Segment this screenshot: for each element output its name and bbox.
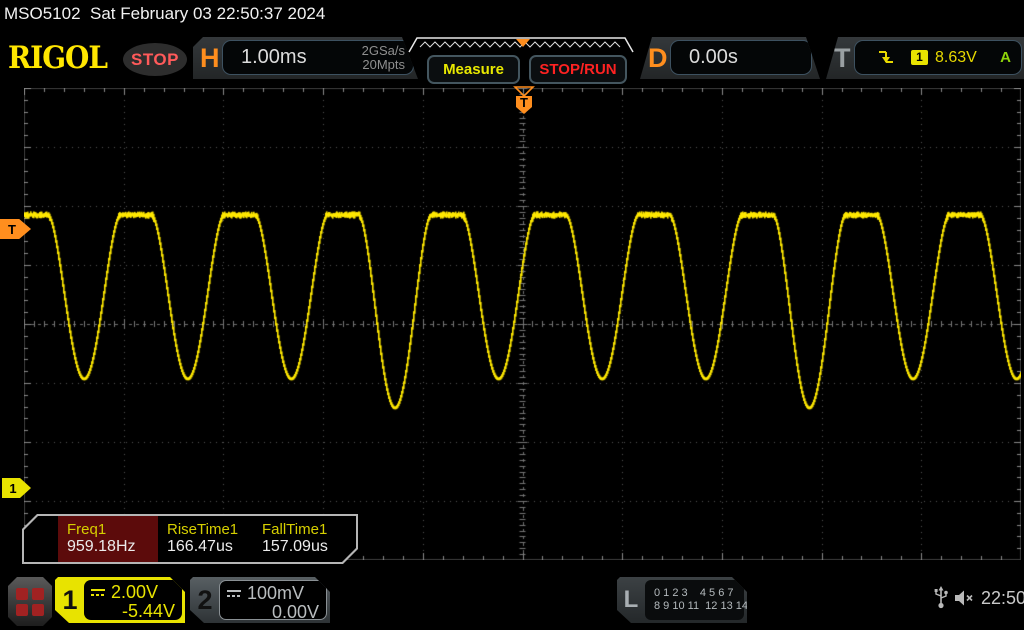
usb-icon	[933, 586, 949, 610]
trigger-position-letter: T	[520, 95, 528, 110]
timebase-value: 1.00ms	[223, 46, 307, 69]
stop-run-button[interactable]: STOP/RUN	[529, 55, 627, 84]
measurement-panel[interactable]: Freq1 959.18Hz RiseTime1 166.47us FallTi…	[22, 514, 358, 564]
channel1-waveform	[24, 88, 1021, 560]
logic-channels-button[interactable]: L 0 1 2 3 4 5 6 78 9 10 11 12 13 14 15	[617, 577, 747, 623]
delay-panel: 0.00s	[670, 40, 812, 75]
channel1-status-button[interactable]: 1 2.00V -5.44V	[55, 577, 185, 623]
trigger-level-value: 8.63V	[935, 49, 977, 67]
measurement-value: 166.47us	[167, 538, 253, 556]
channel2-panel: 100mV 0.00V	[219, 580, 327, 620]
channel1-panel: 2.00V -5.44V	[84, 580, 182, 620]
trigger-mode-auto: A	[1000, 49, 1021, 66]
memory-depth: 20Mpts	[362, 57, 405, 72]
trigger-panel: 1 8.63V A	[854, 40, 1022, 75]
delay-label: D	[648, 37, 668, 79]
clock: 22:50	[981, 588, 1024, 609]
trigger-settings-button[interactable]: T 1 8.63V A	[826, 37, 1024, 79]
logic-row2: 8 9 10 11 12 13 14 15	[654, 600, 744, 613]
measurement-spacer	[24, 516, 58, 562]
channel2-offset: 0.00V	[226, 602, 319, 623]
trigger-source-badge: 1	[911, 50, 928, 65]
measurement-label: FallTime1	[262, 521, 353, 538]
waveform-display-area	[24, 88, 1021, 560]
measurement-label: Freq1	[67, 521, 158, 538]
channel2-scale: 100mV	[247, 583, 304, 604]
horizontal-label: H	[200, 37, 220, 79]
channel2-status-button[interactable]: 2 100mV 0.00V	[190, 577, 330, 623]
trigger-label: T	[834, 37, 851, 79]
channel1-scale: 2.00V	[111, 582, 158, 603]
logic-label: L	[617, 577, 645, 623]
measurement-item-falltime[interactable]: FallTime1 157.09us	[253, 516, 353, 562]
rigol-logo: RIGOL	[8, 40, 107, 76]
measurement-item-risetime[interactable]: RiseTime1 166.47us	[158, 516, 253, 562]
timebase-panel: 1.00ms 2GSa/s 20Mpts	[222, 40, 414, 75]
channel1-offset: -5.44V	[90, 601, 175, 622]
memory-position-bar[interactable]	[408, 36, 634, 53]
dc-coupling-icon	[226, 588, 242, 600]
measurement-panel-inner: Freq1 959.18Hz RiseTime1 166.47us FallTi…	[24, 516, 356, 562]
acquisition-info: 2GSa/s 20Mpts	[362, 44, 413, 72]
menu-grid-icon	[16, 588, 44, 616]
measurement-value: 959.18Hz	[67, 538, 158, 556]
measurement-value: 157.09us	[262, 538, 353, 556]
channel2-number: 2	[190, 577, 220, 623]
logic-row1: 0 1 2 3 4 5 6 7	[654, 587, 744, 600]
logic-channel-list: 0 1 2 3 4 5 6 78 9 10 11 12 13 14 15	[645, 580, 744, 620]
channel1-number: 1	[55, 577, 85, 623]
sample-rate: 2GSa/s	[362, 43, 405, 58]
speaker-muted-icon	[953, 589, 977, 607]
oscilloscope-screen: MSO5102 Sat February 03 22:50:37 2024 RI…	[0, 0, 1024, 630]
falling-edge-icon	[877, 49, 895, 67]
measurement-label: RiseTime1	[167, 521, 253, 538]
measurement-item-freq[interactable]: Freq1 959.18Hz	[58, 516, 158, 562]
trigger-position-marker[interactable]: T	[513, 86, 535, 116]
run-state-indicator: STOP	[123, 43, 187, 76]
model-and-datetime: MSO5102 Sat February 03 22:50:37 2024	[0, 0, 1024, 30]
menu-button[interactable]	[8, 577, 52, 626]
delay-settings-button[interactable]: D 0.00s	[640, 37, 820, 79]
dc-coupling-icon	[90, 587, 106, 599]
measure-button[interactable]: Measure	[427, 55, 520, 84]
delay-value: 0.00s	[671, 46, 738, 69]
horizontal-settings-button[interactable]: H 1.00ms 2GSa/s 20Mpts	[193, 37, 418, 79]
